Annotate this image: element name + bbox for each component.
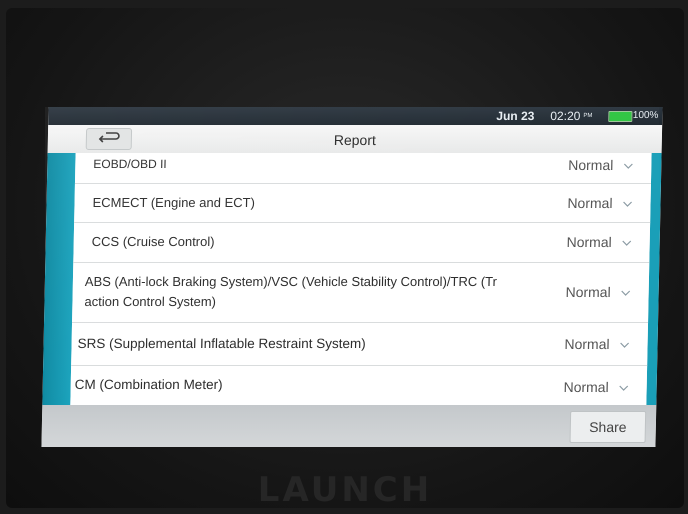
battery-percent: 100% [632,110,659,121]
status-value: Normal [564,336,610,352]
list-item[interactable]: SRS (Supplemental Inflatable Restraint S… [71,322,649,366]
list-item[interactable]: ECMECT (Engine and ECT) Normal [74,183,651,223]
chevron-down-icon [623,163,633,169]
list-item[interactable]: CM (Combination Meter) Normal [70,365,647,405]
chevron-down-icon [622,240,632,246]
status-value: Normal [565,284,611,300]
status-bar: Jun 23 02:20 PM 100% [48,107,663,125]
system-name: ABS (Anti-lock Braking System)/VSC (Vehi… [84,274,498,289]
status-value: Normal [566,234,612,250]
status-date: Jun 23 [496,109,535,123]
chevron-down-icon [623,201,632,207]
battery-level-fill [609,112,632,121]
system-name: SRS (Supplemental Inflatable Restraint S… [77,336,366,351]
device-brand-logo: LAUNCH [257,470,433,510]
bottom-toolbar: Share [41,405,657,447]
status-value: Normal [568,157,614,173]
status-value: Normal [563,379,609,395]
system-name: CM (Combination Meter) [74,377,223,392]
status-value: Normal [567,195,613,211]
report-list: EOBD/OBD II Normal ECMECT (Engine and EC… [70,153,652,405]
page-title: Report [333,132,377,148]
chevron-down-icon [619,385,629,391]
status-time: 02:20 [550,109,581,123]
chevron-down-icon [620,342,630,348]
chevron-down-icon [621,290,631,296]
system-name-continued: action Control System) [84,294,217,309]
system-name: EOBD/OBD II [93,157,167,171]
share-button[interactable]: Share [569,411,647,443]
title-bar: Report [47,125,663,154]
list-item[interactable]: EOBD/OBD II Normal [74,153,652,184]
system-name: CCS (Cruise Control) [91,234,215,249]
list-item[interactable]: ABS (Anti-lock Braking System)/VSC (Vehi… [72,262,650,323]
system-name: ECMECT (Engine and ECT) [92,195,256,210]
status-ampm: PM [583,113,593,119]
screen: Jun 23 02:20 PM 100% Report EOBD/OBD II … [41,107,663,447]
battery-icon [608,111,633,122]
list-item[interactable]: CCS (Cruise Control) Normal [73,222,651,263]
